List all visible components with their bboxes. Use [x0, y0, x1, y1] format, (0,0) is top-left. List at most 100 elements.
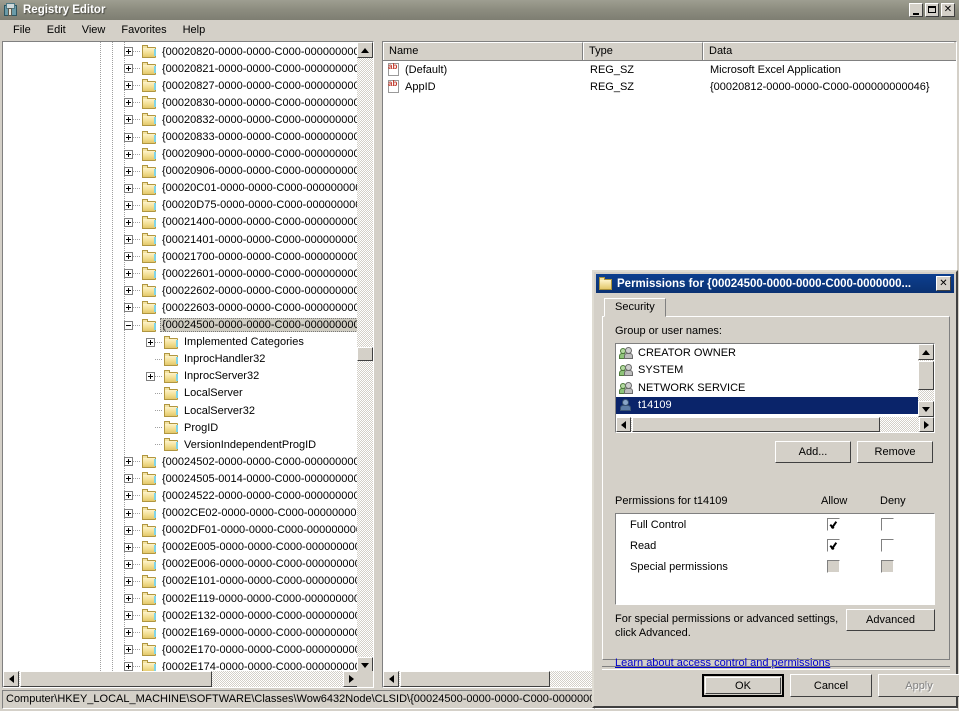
tree-item[interactable]: {0002E006-0000-0000-C000-000000000 — [3, 556, 359, 573]
tree-expand-icon[interactable] — [124, 303, 133, 312]
tree-item[interactable]: {00020830-0000-0000-C000-000000000 — [3, 94, 359, 111]
column-header-name[interactable]: Name — [383, 42, 583, 60]
tree-item[interactable]: {00020D75-0000-0000-C000-000000000 — [3, 197, 359, 214]
allow-checkbox[interactable] — [827, 539, 840, 552]
tree-item[interactable]: LocalServer — [3, 385, 359, 402]
values-scroll-left-button[interactable] — [383, 671, 399, 687]
group-user-list[interactable]: CREATOR OWNERSYSTEMNETWORK SERVICEt14109… — [615, 343, 935, 433]
tree-item[interactable]: {00020833-0000-0000-C000-000000000 — [3, 128, 359, 145]
tree-scroll-up-button[interactable] — [357, 42, 373, 58]
tree-expand-icon[interactable] — [146, 372, 155, 381]
close-button[interactable]: ✕ — [941, 3, 955, 17]
tree-expand-icon[interactable] — [124, 167, 133, 176]
tree-item[interactable]: ProgID — [3, 419, 359, 436]
tree-expand-icon[interactable] — [124, 628, 133, 637]
tree-item[interactable]: {0002CE02-0000-0000-C000-000000000 — [3, 505, 359, 522]
tree-expand-icon[interactable] — [124, 577, 133, 586]
menu-item-favorites[interactable]: Favorites — [113, 22, 174, 38]
tree-item[interactable]: {00024502-0000-0000-C000-000000000 — [3, 453, 359, 470]
tree-item[interactable]: {0002E132-0000-0000-C000-000000000 — [3, 607, 359, 624]
tree-expand-icon[interactable] — [146, 338, 155, 347]
advanced-button[interactable]: Advanced — [846, 609, 935, 631]
tree-horizontal-scrollbar[interactable] — [3, 671, 359, 687]
user-list-scroll-down-button[interactable] — [918, 401, 934, 417]
tree-expand-icon[interactable] — [124, 64, 133, 73]
group-user-item[interactable]: SYSTEM — [616, 362, 919, 380]
tree-expand-icon[interactable] — [124, 81, 133, 90]
tree-item[interactable]: {00021700-0000-0000-C000-000000000 — [3, 248, 359, 265]
tree-expand-icon[interactable] — [124, 457, 133, 466]
allow-checkbox[interactable] — [827, 518, 840, 531]
tree-item[interactable]: {0002DF01-0000-0000-C000-000000000 — [3, 522, 359, 539]
tree-item[interactable]: {00020C01-0000-0000-C000-000000000 — [3, 180, 359, 197]
registry-tree[interactable]: {00020820-0000-0000-C000-000000000{00020… — [3, 42, 359, 673]
minimize-button[interactable] — [909, 3, 923, 17]
tree-expand-icon[interactable] — [124, 47, 133, 56]
column-header-data[interactable]: Data — [703, 42, 954, 60]
value-row[interactable]: abAppIDREG_SZ{00020812-0000-0000-C000-00… — [383, 78, 956, 95]
tree-item[interactable]: LocalServer32 — [3, 402, 359, 419]
registry-tree-pane[interactable]: {00020820-0000-0000-C000-000000000{00020… — [2, 41, 374, 688]
cancel-button[interactable]: Cancel — [790, 674, 872, 697]
tree-expand-icon[interactable] — [124, 509, 133, 518]
tree-expand-icon[interactable] — [124, 645, 133, 654]
tree-expand-icon[interactable] — [124, 286, 133, 295]
values-list[interactable]: ab(Default)REG_SZMicrosoft Excel Applica… — [383, 61, 956, 95]
deny-checkbox[interactable] — [881, 518, 894, 531]
user-list-vertical-scrollbar[interactable] — [918, 344, 934, 417]
tree-vertical-scrollbar[interactable] — [357, 42, 373, 673]
menu-item-edit[interactable]: Edit — [39, 22, 74, 38]
deny-checkbox[interactable] — [881, 539, 894, 552]
tree-expand-icon[interactable] — [124, 98, 133, 107]
remove-button[interactable]: Remove — [857, 441, 933, 463]
tree-expand-icon[interactable] — [124, 526, 133, 535]
tree-item[interactable]: {00021401-0000-0000-C000-000000000 — [3, 231, 359, 248]
tree-item[interactable]: {00020900-0000-0000-C000-000000000 — [3, 146, 359, 163]
tree-expand-icon[interactable] — [124, 560, 133, 569]
permissions-table[interactable]: Full ControlReadSpecial permissions — [615, 513, 935, 605]
user-list-scroll-right-button[interactable] — [919, 417, 934, 432]
tree-item[interactable]: {00024522-0000-0000-C000-000000000 — [3, 487, 359, 504]
tree-expand-icon[interactable] — [124, 150, 133, 159]
tree-expand-icon[interactable] — [124, 474, 133, 483]
tree-expand-icon[interactable] — [124, 594, 133, 603]
tree-expand-icon[interactable] — [124, 235, 133, 244]
values-horizontal-scroll-thumb[interactable] — [400, 671, 550, 687]
value-row[interactable]: ab(Default)REG_SZMicrosoft Excel Applica… — [383, 61, 956, 78]
tree-horizontal-scroll-thumb[interactable] — [20, 671, 212, 687]
tree-expand-icon[interactable] — [124, 218, 133, 227]
tree-item[interactable]: InprocHandler32 — [3, 351, 359, 368]
tree-collapse-icon[interactable] — [124, 321, 133, 330]
tree-item[interactable]: {00021400-0000-0000-C000-000000000 — [3, 214, 359, 231]
tree-item[interactable]: Implemented Categories — [3, 334, 359, 351]
tree-expand-icon[interactable] — [124, 133, 133, 142]
tree-item[interactable]: InprocServer32 — [3, 368, 359, 385]
user-list-horizontal-scrollbar[interactable] — [616, 417, 934, 432]
tree-scroll-left-button[interactable] — [3, 671, 19, 687]
tree-item[interactable]: {00022603-0000-0000-C000-000000000 — [3, 299, 359, 316]
tree-item[interactable]: {0002E101-0000-0000-C000-000000000 — [3, 573, 359, 590]
maximize-button[interactable] — [925, 3, 939, 17]
tree-item[interactable]: {00020827-0000-0000-C000-000000000 — [3, 77, 359, 94]
tree-expand-icon[interactable] — [124, 184, 133, 193]
tree-item[interactable]: {0002E169-0000-0000-C000-000000000 — [3, 624, 359, 641]
tree-item[interactable]: {00020821-0000-0000-C000-000000000 — [3, 60, 359, 77]
tree-item[interactable]: VersionIndependentProgID — [3, 436, 359, 453]
tree-item[interactable]: {0002E170-0000-0000-C000-000000000 — [3, 641, 359, 658]
user-list-vertical-scroll-thumb[interactable] — [918, 361, 934, 390]
user-list-scroll-up-button[interactable] — [918, 344, 934, 360]
tree-item[interactable]: {00022602-0000-0000-C000-000000000 — [3, 282, 359, 299]
user-list-horizontal-scroll-thumb[interactable] — [632, 417, 880, 432]
tree-item[interactable]: {00020832-0000-0000-C000-000000000 — [3, 111, 359, 128]
tree-item[interactable]: {00024500-0000-0000-C000-000000000 — [3, 317, 359, 334]
ok-button[interactable]: OK — [702, 674, 784, 697]
tree-expand-icon[interactable] — [124, 252, 133, 261]
menu-item-file[interactable]: File — [5, 22, 39, 38]
tree-vertical-scroll-thumb[interactable] — [357, 347, 373, 361]
tree-expand-icon[interactable] — [124, 201, 133, 210]
add-button[interactable]: Add... — [775, 441, 851, 463]
tab-security[interactable]: Security — [604, 298, 666, 317]
tree-expand-icon[interactable] — [124, 491, 133, 500]
group-user-item[interactable]: CREATOR OWNER — [616, 344, 919, 362]
tree-expand-icon[interactable] — [124, 611, 133, 620]
